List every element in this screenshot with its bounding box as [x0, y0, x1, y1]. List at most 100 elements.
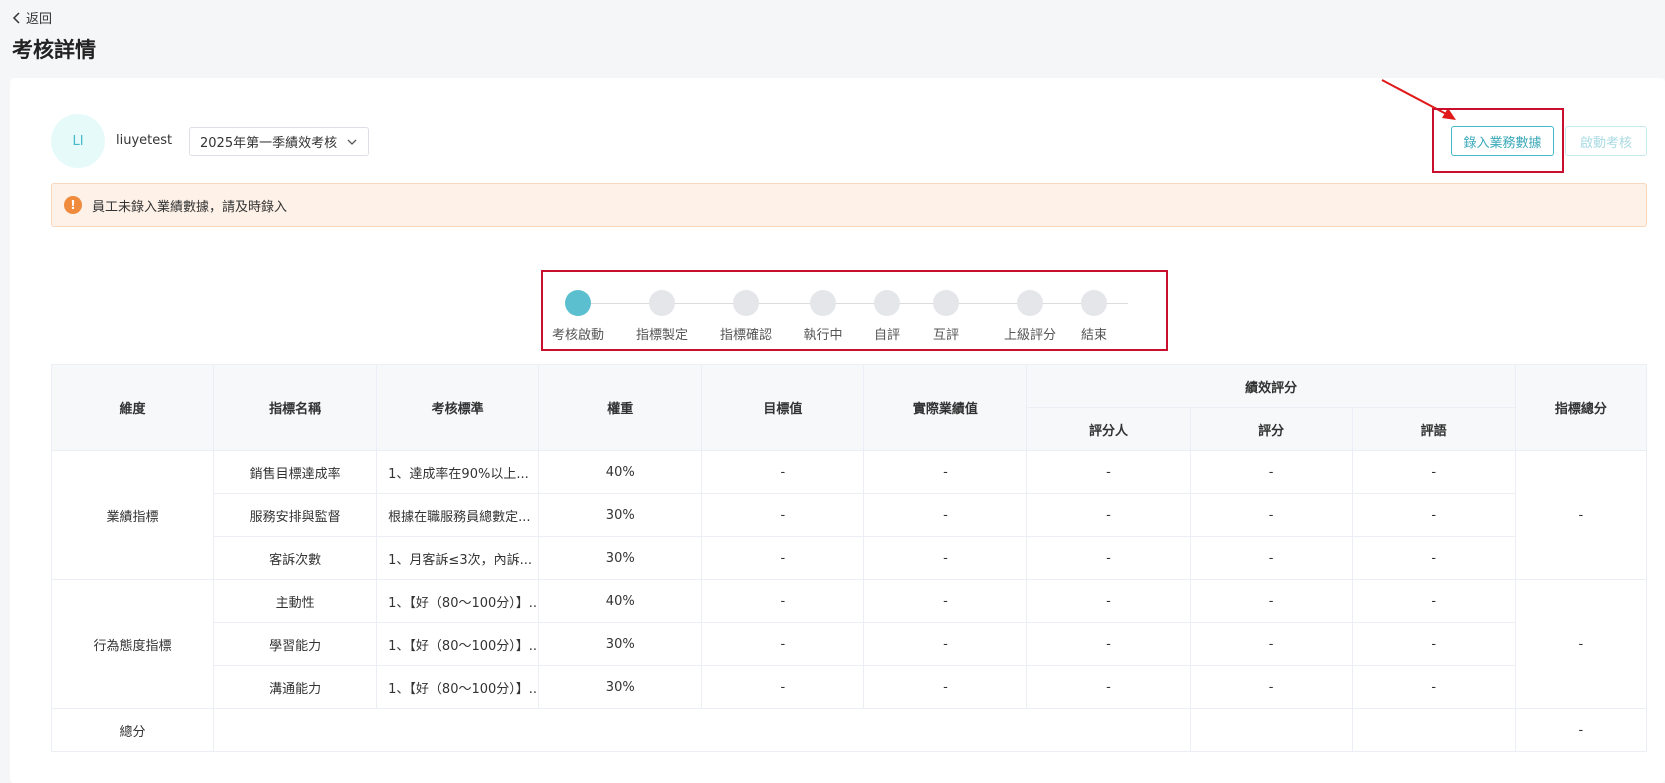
- step-label: 自評: [873, 328, 900, 343]
- col-performance: 績效評分: [1026, 364, 1516, 408]
- indicator-name-cell: 學習能力: [213, 622, 378, 666]
- step-item: 指標確認: [706, 290, 786, 343]
- indicator-name-cell: 溝通能力: [213, 665, 378, 709]
- record-business-data-button[interactable]: 錄入業務數據: [1451, 126, 1554, 156]
- total-cell: -: [1514, 579, 1648, 709]
- page-title: 考核詳情: [12, 38, 96, 62]
- target-cell: -: [701, 493, 865, 537]
- step-label: 考核啟動: [551, 328, 604, 343]
- col-score: 評分: [1189, 407, 1353, 451]
- empty-cell: [1189, 708, 1353, 752]
- score-cell: -: [1189, 450, 1353, 494]
- target-cell: -: [701, 622, 865, 666]
- col-comment: 評語: [1351, 407, 1516, 451]
- col-total: 指標總分: [1514, 364, 1648, 451]
- employee-name: liuyetest: [116, 133, 173, 148]
- comment-cell: -: [1351, 450, 1516, 494]
- step-item: 考核啟動: [538, 290, 618, 343]
- step-dot: [649, 290, 675, 316]
- step-item: 互評: [906, 290, 986, 343]
- score-cell: -: [1189, 622, 1353, 666]
- actual-cell: -: [863, 665, 1028, 709]
- standard-cell[interactable]: 根據在職服務員總數定...: [376, 493, 540, 537]
- weight-cell: 30%: [538, 665, 703, 709]
- col-actual: 實際業績值: [863, 364, 1028, 451]
- weight-cell: 30%: [538, 493, 703, 537]
- table-row: 業績指標 銷售目標達成率 1、達成率在90%以上... 40% - - - - - -: [50, 450, 1648, 580]
- grand-total-cell: -: [1514, 708, 1648, 752]
- rater-cell: -: [1026, 622, 1191, 666]
- back-label: 返回: [26, 12, 53, 27]
- detail-card: LI liuyetest 2025年第一季績效考核 錄入業務數據 啟動考核 ! …: [10, 78, 1665, 783]
- comment-cell: -: [1351, 622, 1516, 666]
- rater-cell: -: [1026, 536, 1191, 580]
- step-label: 執行中: [803, 328, 843, 343]
- chevron-down-icon: [347, 139, 357, 145]
- step-dot: [1017, 290, 1043, 316]
- comment-cell: -: [1351, 493, 1516, 537]
- step-label: 指標製定: [635, 328, 688, 343]
- standard-cell[interactable]: 1、【好（80〜100分）】...: [376, 665, 540, 709]
- start-assessment-button[interactable]: 啟動考核: [1565, 126, 1647, 156]
- rater-cell: -: [1026, 579, 1191, 623]
- table-row: 服務安排與監督 根據在職服務員總數定... 30% - - - - -: [52, 493, 1647, 537]
- chevron-left-icon: [12, 11, 20, 24]
- period-select[interactable]: 2025年第一季績效考核: [189, 127, 369, 156]
- back-link[interactable]: 返回: [12, 8, 52, 27]
- rater-cell: -: [1026, 665, 1191, 709]
- avatar: LI: [51, 114, 105, 168]
- indicator-name-cell: 銷售目標達成率: [213, 450, 378, 494]
- total-cell: -: [1514, 450, 1648, 580]
- step-label: 指標確認: [719, 328, 772, 343]
- step-dot: [933, 290, 959, 316]
- step-item: 結束: [1054, 290, 1134, 343]
- actual-cell: -: [863, 493, 1028, 537]
- actual-cell: -: [863, 450, 1028, 494]
- actual-cell: -: [863, 536, 1028, 580]
- step-label: 互評: [932, 328, 959, 343]
- score-cell: -: [1189, 493, 1353, 537]
- target-cell: -: [701, 536, 865, 580]
- weight-cell: 30%: [538, 622, 703, 666]
- table-row: 學習能力 1、【好（80〜100分）】... 30% - - - - -: [52, 622, 1647, 666]
- score-cell: -: [1189, 665, 1353, 709]
- standard-cell[interactable]: 1、達成率在90%以上...: [376, 450, 540, 494]
- step-dot: [733, 290, 759, 316]
- step-label: 上級評分: [1003, 328, 1056, 343]
- standard-cell[interactable]: 1、月客訴≤3次，內訴...: [376, 536, 540, 580]
- table-row: 溝通能力 1、【好（80〜100分）】... 30% - - - - -: [52, 665, 1647, 709]
- indicator-name-cell: 客訴次數: [213, 536, 378, 580]
- warning-icon: !: [64, 196, 82, 214]
- actual-cell: -: [863, 622, 1028, 666]
- comment-cell: -: [1351, 665, 1516, 709]
- alert-text: 員工未錄入業績數據，請及時錄入: [92, 199, 288, 215]
- performance-table: 維度 指標名稱 考核標準 權重 目標值 實際業績值 績效評分 指標總分 評分人 …: [50, 364, 1648, 752]
- rater-cell: -: [1026, 450, 1191, 494]
- weight-cell: 40%: [538, 450, 703, 494]
- indicator-name-cell: 主動性: [213, 579, 378, 623]
- table-row: 行為態度指標 主動性 1、【好（80〜100分）】... 40% - - - - - -: [50, 579, 1648, 709]
- actual-cell: -: [863, 579, 1028, 623]
- comment-cell: -: [1351, 536, 1516, 580]
- step-dot: [874, 290, 900, 316]
- target-cell: -: [701, 579, 865, 623]
- col-target: 目標值: [701, 364, 865, 451]
- score-cell: -: [1189, 579, 1353, 623]
- warning-alert: ! 員工未錄入業績數據，請及時錄入: [51, 183, 1647, 227]
- col-rater: 評分人: [1026, 407, 1191, 451]
- empty-cell: [1351, 708, 1516, 752]
- empty-cell: [213, 708, 1191, 752]
- table-row: 客訴次數 1、月客訴≤3次，內訴... 30% - - - - -: [52, 536, 1647, 580]
- comment-cell: -: [1351, 579, 1516, 623]
- score-cell: -: [1189, 536, 1353, 580]
- total-label-cell: 總分: [50, 708, 215, 752]
- col-name: 指標名稱: [213, 364, 378, 451]
- step-dot: [565, 290, 591, 316]
- standard-cell[interactable]: 1、【好（80〜100分）】...: [376, 579, 540, 623]
- standard-cell[interactable]: 1、【好（80〜100分）】...: [376, 622, 540, 666]
- total-row: 總分 -: [50, 708, 1648, 752]
- step-dot: [810, 290, 836, 316]
- target-cell: -: [701, 450, 865, 494]
- indicator-name-cell: 服務安排與監督: [213, 493, 378, 537]
- step-dot: [1081, 290, 1107, 316]
